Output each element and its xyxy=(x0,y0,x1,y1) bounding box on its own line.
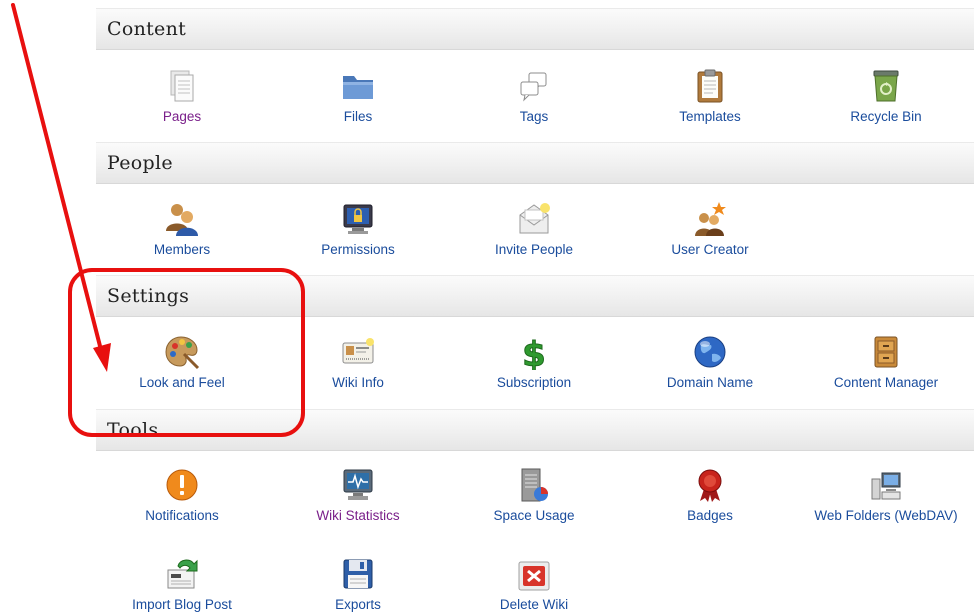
content-manager-label: Content Manager xyxy=(833,375,939,390)
clipboard-icon xyxy=(697,69,723,103)
alert-icon xyxy=(166,469,198,501)
delete-wiki-label: Delete Wiki xyxy=(499,597,569,612)
members-link[interactable]: Members xyxy=(94,201,270,257)
wiki-info-link[interactable]: Wiki Info xyxy=(270,334,446,390)
permissions-link[interactable]: Permissions xyxy=(270,201,446,257)
notifications-label: Notifications xyxy=(145,508,219,523)
space-usage-label: Space Usage xyxy=(493,508,575,523)
space-usage-link[interactable]: Space Usage xyxy=(446,467,622,523)
import-blog-post-link[interactable]: Import Blog Post xyxy=(94,556,270,612)
user-creator-link[interactable]: User Creator xyxy=(622,201,798,257)
dollar-icon: $ xyxy=(522,335,547,371)
files-label: Files xyxy=(343,109,373,124)
domain-name-link[interactable]: Domain Name xyxy=(622,334,798,390)
tags-label: Tags xyxy=(519,109,549,124)
permissions-label: Permissions xyxy=(321,242,395,257)
delete-wiki-link[interactable]: Delete Wiki xyxy=(446,556,622,612)
wiki-statistics-link[interactable]: Wiki Statistics xyxy=(270,467,446,523)
section-title: Tools xyxy=(107,419,159,441)
exports-link[interactable]: Exports xyxy=(270,556,446,612)
envelope-icon xyxy=(519,203,550,234)
import-blog-icon xyxy=(167,559,198,589)
badges-link[interactable]: Badges xyxy=(622,467,798,523)
web-folders-icon xyxy=(871,472,901,500)
exports-label: Exports xyxy=(335,597,381,612)
section-title: Content xyxy=(107,18,187,40)
recycle-bin-icon xyxy=(873,70,899,102)
invite-people-label: Invite People xyxy=(494,242,574,257)
pages-link[interactable]: Pages xyxy=(94,68,270,124)
section-header-tools: Tools xyxy=(96,409,974,451)
invite-people-link[interactable]: Invite People xyxy=(446,201,622,257)
badges-label: Badges xyxy=(687,508,733,523)
section-title: Settings xyxy=(107,285,190,307)
members-icon xyxy=(166,204,198,236)
folder-icon xyxy=(343,76,373,99)
recycle-bin-link[interactable]: Recycle Bin xyxy=(798,68,974,124)
look-and-feel-link[interactable]: Look and Feel xyxy=(94,334,270,390)
notifications-link[interactable]: Notifications xyxy=(94,467,270,523)
monitor-stats-icon xyxy=(343,469,373,500)
pages-icon xyxy=(170,70,194,102)
wiki-statistics-label: Wiki Statistics xyxy=(316,508,400,523)
delete-icon xyxy=(518,561,550,591)
look-and-feel-label: Look and Feel xyxy=(139,375,225,390)
palette-icon xyxy=(165,336,200,370)
wiki-info-label: Wiki Info xyxy=(332,375,384,390)
user-creator-label: User Creator xyxy=(671,242,749,257)
space-usage-icon xyxy=(521,468,548,502)
pages-label: Pages xyxy=(162,109,202,124)
members-label: Members xyxy=(153,242,211,257)
subscription-link[interactable]: $ Subscription xyxy=(446,334,622,391)
subscription-label: Subscription xyxy=(496,375,572,390)
globe-icon xyxy=(694,336,726,368)
content-manager-link[interactable]: Content Manager xyxy=(798,334,974,390)
web-folders-label: Web Folders (WebDAV) xyxy=(814,508,958,523)
cabinet-icon xyxy=(874,336,898,368)
tags-link[interactable]: Tags xyxy=(446,68,622,124)
section-title: People xyxy=(107,152,173,174)
section-header-people: People xyxy=(96,142,974,184)
import-blog-post-label: Import Blog Post xyxy=(132,597,232,612)
section-header-settings: Settings xyxy=(96,275,974,317)
user-creator-icon xyxy=(695,202,726,236)
floppy-icon xyxy=(343,559,373,589)
templates-link[interactable]: Templates xyxy=(622,68,798,124)
domain-name-label: Domain Name xyxy=(666,375,754,390)
lock-screen-icon xyxy=(343,204,373,234)
web-folders-link[interactable]: Web Folders (WebDAV) xyxy=(798,467,974,523)
svg-text:$: $ xyxy=(522,335,546,370)
files-link[interactable]: Files xyxy=(270,68,446,124)
tags-icon xyxy=(520,72,547,102)
id-card-icon xyxy=(342,338,374,364)
recycle-bin-label: Recycle Bin xyxy=(850,109,922,124)
annotation-arrow-shaft xyxy=(11,3,103,352)
section-header-content: Content xyxy=(96,8,974,50)
templates-label: Templates xyxy=(679,109,741,124)
badge-icon xyxy=(698,469,722,502)
